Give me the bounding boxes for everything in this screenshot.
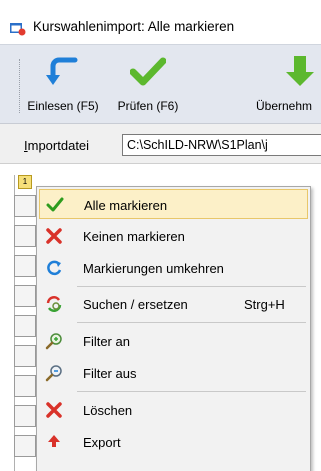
menu-item-alle-markieren[interactable]: Alle markieren bbox=[39, 189, 308, 219]
context-menu: Alle markieren Keinen markieren Markieru… bbox=[36, 186, 311, 471]
app-window-icon bbox=[10, 23, 26, 36]
grid-row-header[interactable] bbox=[14, 285, 36, 307]
menu-item-label: Keinen markieren bbox=[83, 229, 185, 244]
search-replace-icon bbox=[46, 296, 62, 312]
menu-item-label: Suchen / ersetzen bbox=[83, 297, 188, 312]
menu-item-loeschen[interactable]: Löschen bbox=[39, 395, 308, 425]
grid-row-header[interactable] bbox=[14, 255, 36, 277]
pruefen-label: Prüfen (F6) bbox=[117, 99, 179, 113]
menu-item-label: Alle markieren bbox=[84, 198, 168, 213]
pruefen-button[interactable]: Prüfen (F6) bbox=[107, 45, 189, 125]
menu-item-label: Löschen bbox=[83, 403, 133, 418]
export-arrow-icon bbox=[48, 435, 60, 447]
importdatei-label-rest: mportdatei bbox=[27, 138, 90, 153]
menu-separator bbox=[77, 391, 306, 392]
menu-item-keinen-markieren[interactable]: Keinen markieren bbox=[39, 221, 308, 251]
filter-off-icon bbox=[45, 365, 62, 382]
green-check-icon bbox=[46, 197, 64, 212]
delete-x-icon bbox=[46, 402, 62, 418]
grid-row-header[interactable] bbox=[14, 375, 36, 397]
grid-row-header[interactable] bbox=[14, 435, 36, 457]
import-file-row: Importdatei C:\SchILD-NRW\S1Plan\j bbox=[0, 124, 321, 164]
menu-item-label: Filter an bbox=[83, 334, 130, 349]
toolbar: Einlesen (F5) Prüfen (F6) Übernehm bbox=[0, 44, 321, 124]
menu-item-export[interactable]: Export bbox=[39, 427, 308, 457]
menu-item-label: Export bbox=[83, 435, 121, 450]
grid-row-header[interactable] bbox=[14, 225, 36, 247]
grid-row-header[interactable] bbox=[14, 345, 36, 367]
title-bar: Kurswahlenimport: Alle markieren bbox=[0, 0, 321, 44]
menu-item-filter-aus[interactable]: Filter aus bbox=[39, 358, 308, 388]
grid-corner-badge: 1 bbox=[18, 175, 32, 189]
menu-item-suchen-ersetzen[interactable]: Suchen / ersetzen Strg+H bbox=[39, 289, 308, 319]
menu-item-label: Filter aus bbox=[83, 366, 137, 381]
import-path-field[interactable]: C:\SchILD-NRW\S1Plan\j bbox=[122, 134, 321, 156]
importdatei-label: Importdatei bbox=[24, 138, 89, 153]
invert-cycle-icon bbox=[47, 260, 62, 276]
red-x-icon bbox=[46, 228, 62, 244]
menu-item-label: Markierungen umkehren bbox=[83, 261, 224, 276]
checkmark-icon bbox=[130, 57, 166, 86]
menu-item-shortcut: Strg+H bbox=[244, 297, 285, 312]
toolbar-grip[interactable] bbox=[19, 59, 21, 113]
grid-row-header[interactable] bbox=[14, 195, 36, 217]
menu-item-filter-an[interactable]: Filter an bbox=[39, 326, 308, 356]
menu-separator bbox=[77, 286, 306, 287]
uebernehmen-button[interactable]: Übernehm bbox=[248, 45, 321, 125]
download-arrow-icon bbox=[286, 56, 314, 86]
window-title: Kurswahlenimport: Alle markieren bbox=[33, 19, 235, 34]
grid-row-header[interactable] bbox=[14, 315, 36, 337]
import-arrow-icon bbox=[46, 57, 78, 85]
menu-separator bbox=[77, 322, 306, 323]
einlesen-button[interactable]: Einlesen (F5) bbox=[24, 45, 102, 125]
filter-on-icon bbox=[45, 333, 62, 350]
grid-row-header[interactable] bbox=[14, 405, 36, 427]
uebernehmen-label: Übernehm bbox=[256, 99, 313, 113]
einlesen-label: Einlesen (F5) bbox=[27, 99, 99, 113]
menu-item-markierungen-umkehren[interactable]: Markierungen umkehren bbox=[39, 253, 308, 283]
